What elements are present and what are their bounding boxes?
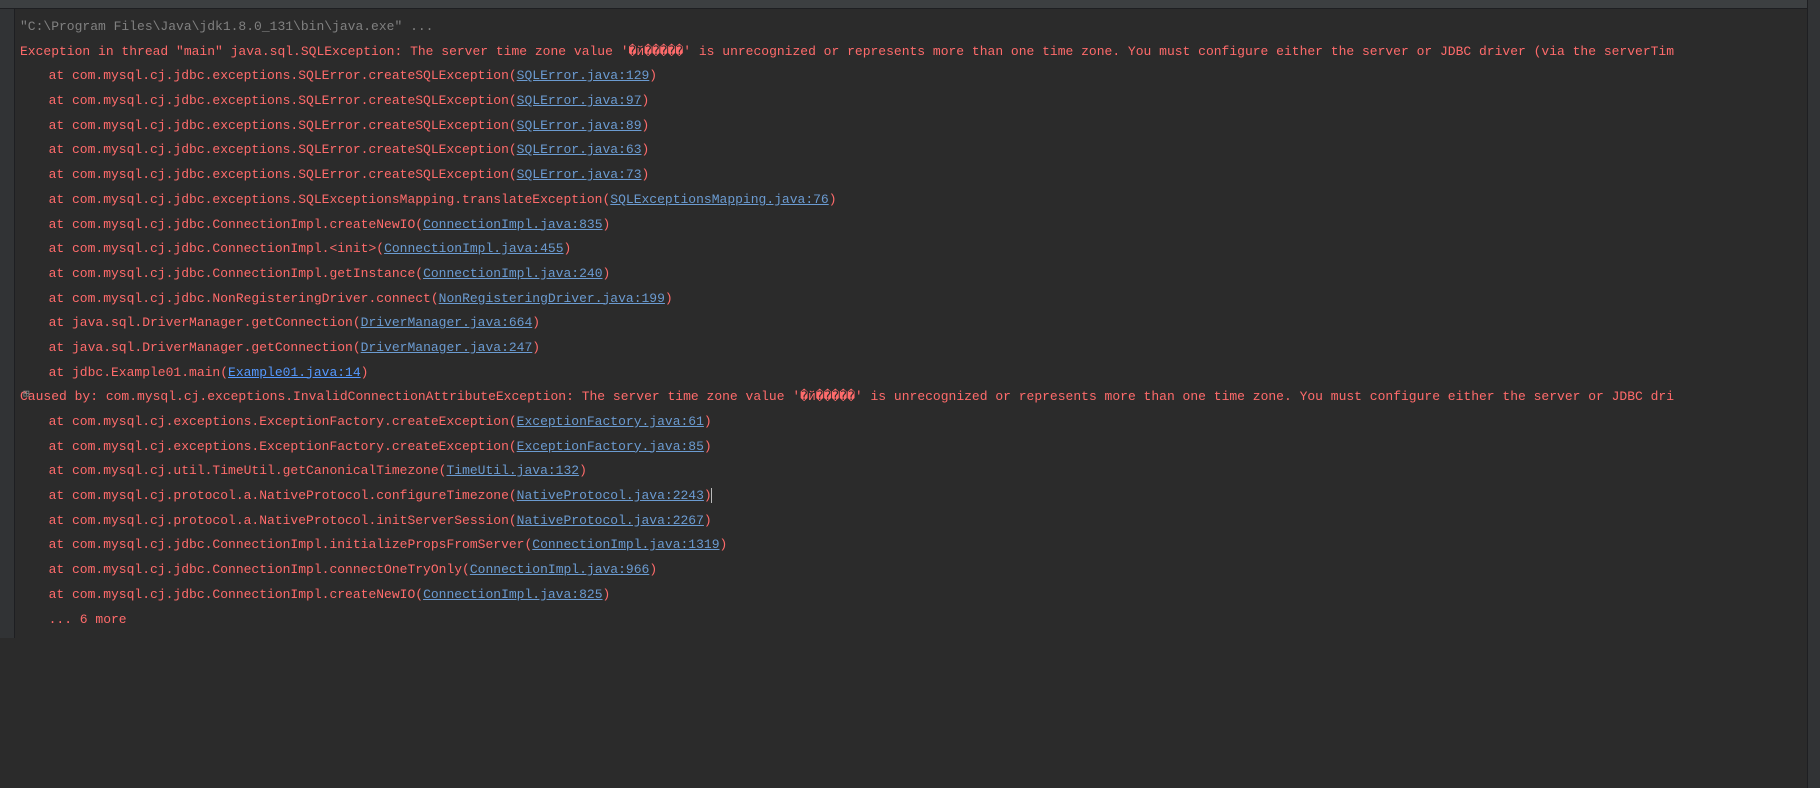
stack-frame-prefix: at com.mysql.cj.jdbc.NonRegisteringDrive… — [49, 291, 439, 306]
vertical-scrollbar[interactable] — [1807, 0, 1820, 788]
stack-frame: at com.mysql.cj.jdbc.exceptions.SQLError… — [20, 89, 1820, 114]
stack-frame: at java.sql.DriverManager.getConnection(… — [20, 336, 1820, 361]
source-link[interactable]: ExceptionFactory.java:61 — [517, 414, 704, 429]
stack-frame-suffix: ) — [642, 93, 650, 108]
stack-frame-suffix: ) — [704, 439, 712, 454]
stack-frame-suffix: ) — [649, 68, 657, 83]
stack-frame-prefix: at com.mysql.cj.jdbc.exceptions.SQLError… — [49, 93, 517, 108]
stack-frame: at com.mysql.cj.jdbc.exceptions.SQLError… — [20, 138, 1820, 163]
gutter — [0, 9, 15, 638]
command-line: "C:\Program Files\Java\jdk1.8.0_131\bin\… — [20, 15, 1820, 40]
stack-frame-suffix: ) — [704, 513, 712, 528]
stack-frame-suffix: ) — [564, 241, 572, 256]
stack-frame-prefix: at com.mysql.cj.jdbc.ConnectionImpl.crea… — [49, 587, 423, 602]
source-link[interactable]: TimeUtil.java:132 — [446, 463, 579, 478]
stack-frame: at com.mysql.cj.protocol.a.NativeProtoco… — [20, 509, 1820, 534]
stack-frame: at com.mysql.cj.jdbc.ConnectionImpl.getI… — [20, 262, 1820, 287]
stack-frame-suffix: ) — [720, 537, 728, 552]
more-line: ... 6 more — [20, 608, 1820, 633]
source-link[interactable]: SQLError.java:97 — [517, 93, 642, 108]
stack-frame: at com.mysql.cj.jdbc.ConnectionImpl.crea… — [20, 583, 1820, 608]
stack-frame: at com.mysql.cj.exceptions.ExceptionFact… — [20, 435, 1820, 460]
stack-frame-suffix: ) — [704, 414, 712, 429]
stack-frame-suffix: ) — [603, 266, 611, 281]
source-link[interactable]: ConnectionImpl.java:1319 — [532, 537, 719, 552]
stack-frame-suffix: ) — [642, 142, 650, 157]
source-link[interactable]: ConnectionImpl.java:835 — [423, 217, 602, 232]
stack-frame-prefix: at com.mysql.cj.jdbc.exceptions.SQLError… — [49, 118, 517, 133]
source-link[interactable]: Example01.java:14 — [228, 365, 361, 380]
stack-frame-prefix: at com.mysql.cj.jdbc.ConnectionImpl.init… — [49, 537, 533, 552]
source-link[interactable]: SQLError.java:63 — [517, 142, 642, 157]
stack-frame-prefix: at com.mysql.cj.jdbc.ConnectionImpl.<ini… — [49, 241, 384, 256]
stack-frame-prefix: at java.sql.DriverManager.getConnection( — [49, 315, 361, 330]
stack-frame-prefix: at com.mysql.cj.jdbc.exceptions.SQLExcep… — [49, 192, 611, 207]
stack-frame: at com.mysql.cj.jdbc.exceptions.SQLError… — [20, 114, 1820, 139]
source-link[interactable]: SQLExceptionsMapping.java:76 — [610, 192, 828, 207]
stack-frame-suffix: ) — [603, 587, 611, 602]
source-link[interactable]: SQLError.java:129 — [517, 68, 650, 83]
source-link[interactable]: NonRegisteringDriver.java:199 — [439, 291, 665, 306]
console-output: "C:\Program Files\Java\jdk1.8.0_131\bin\… — [0, 9, 1820, 638]
stack-frame-suffix: ) — [665, 291, 673, 306]
stack-frame: at com.mysql.cj.util.TimeUtil.getCanonic… — [20, 459, 1820, 484]
stack-frame: at com.mysql.cj.exceptions.ExceptionFact… — [20, 410, 1820, 435]
stack-frame-suffix: ) — [829, 192, 837, 207]
stack-frame-prefix: at com.mysql.cj.jdbc.ConnectionImpl.crea… — [49, 217, 423, 232]
stack-frame: at com.mysql.cj.jdbc.exceptions.SQLError… — [20, 163, 1820, 188]
stack-frame-prefix: at com.mysql.cj.jdbc.exceptions.SQLError… — [49, 142, 517, 157]
more-text: ... 6 more — [49, 612, 127, 627]
stack-frame-suffix: ) — [579, 463, 587, 478]
source-link[interactable]: ConnectionImpl.java:455 — [384, 241, 563, 256]
source-link[interactable]: NativeProtocol.java:2267 — [517, 513, 704, 528]
source-link[interactable]: ExceptionFactory.java:85 — [517, 439, 704, 454]
stack-frame-prefix: at com.mysql.cj.protocol.a.NativeProtoco… — [49, 513, 517, 528]
source-link[interactable]: ConnectionImpl.java:240 — [423, 266, 602, 281]
stack-trace-2: at com.mysql.cj.exceptions.ExceptionFact… — [20, 410, 1820, 608]
source-link[interactable]: ConnectionImpl.java:825 — [423, 587, 602, 602]
stack-frame-prefix: at jdbc.Example01.main( — [49, 365, 228, 380]
stack-frame-suffix: ) — [642, 118, 650, 133]
stack-frame: at jdbc.Example01.main(Example01.java:14… — [20, 361, 1820, 386]
stack-frame-prefix: at java.sql.DriverManager.getConnection( — [49, 340, 361, 355]
stack-frame-prefix: at com.mysql.cj.util.TimeUtil.getCanonic… — [49, 463, 447, 478]
stack-frame-suffix: ) — [649, 562, 657, 577]
stack-frame-prefix: at com.mysql.cj.exceptions.ExceptionFact… — [49, 439, 517, 454]
caused-by-text: Caused by: com.mysql.cj.exceptions.Inval… — [20, 389, 1674, 404]
stack-frame-prefix: at com.mysql.cj.protocol.a.NativeProtoco… — [49, 488, 517, 503]
stack-frame-prefix: at com.mysql.cj.jdbc.exceptions.SQLError… — [49, 167, 517, 182]
stack-frame: at com.mysql.cj.jdbc.ConnectionImpl.<ini… — [20, 237, 1820, 262]
stack-frame-suffix: ) — [361, 365, 369, 380]
stack-frame: at com.mysql.cj.protocol.a.NativeProtoco… — [20, 484, 1820, 509]
source-link[interactable]: DriverManager.java:247 — [361, 340, 533, 355]
top-bar — [0, 0, 1820, 9]
stack-frame-suffix: ) — [642, 167, 650, 182]
stack-frame-suffix: ) — [532, 340, 540, 355]
stack-frame: at com.mysql.cj.jdbc.NonRegisteringDrive… — [20, 287, 1820, 312]
stack-frame: at java.sql.DriverManager.getConnection(… — [20, 311, 1820, 336]
caused-by-line: ⊞ Caused by: com.mysql.cj.exceptions.Inv… — [20, 385, 1820, 410]
stack-frame-prefix: at com.mysql.cj.jdbc.ConnectionImpl.getI… — [49, 266, 423, 281]
stack-frame: at com.mysql.cj.jdbc.ConnectionImpl.init… — [20, 533, 1820, 558]
stack-frame-prefix: at com.mysql.cj.jdbc.exceptions.SQLError… — [49, 68, 517, 83]
stack-frame-suffix: ) — [532, 315, 540, 330]
text-cursor — [711, 488, 712, 503]
command-text: "C:\Program Files\Java\jdk1.8.0_131\bin\… — [20, 19, 433, 34]
stack-frame-prefix: at com.mysql.cj.jdbc.ConnectionImpl.conn… — [49, 562, 470, 577]
stack-frame: at com.mysql.cj.jdbc.exceptions.SQLExcep… — [20, 188, 1820, 213]
source-link[interactable]: NativeProtocol.java:2243 — [517, 488, 704, 503]
source-link[interactable]: SQLError.java:89 — [517, 118, 642, 133]
stack-frame-suffix: ) — [603, 217, 611, 232]
source-link[interactable]: DriverManager.java:664 — [361, 315, 533, 330]
expand-icon[interactable]: ⊞ — [23, 385, 30, 406]
stack-frame: at com.mysql.cj.jdbc.ConnectionImpl.crea… — [20, 213, 1820, 238]
source-link[interactable]: ConnectionImpl.java:966 — [470, 562, 649, 577]
stack-frame-prefix: at com.mysql.cj.exceptions.ExceptionFact… — [49, 414, 517, 429]
stack-trace-1: at com.mysql.cj.jdbc.exceptions.SQLError… — [20, 64, 1820, 385]
stack-frame: at com.mysql.cj.jdbc.ConnectionImpl.conn… — [20, 558, 1820, 583]
exception-line: Exception in thread "main" java.sql.SQLE… — [20, 40, 1820, 65]
source-link[interactable]: SQLError.java:73 — [517, 167, 642, 182]
stack-frame: at com.mysql.cj.jdbc.exceptions.SQLError… — [20, 64, 1820, 89]
